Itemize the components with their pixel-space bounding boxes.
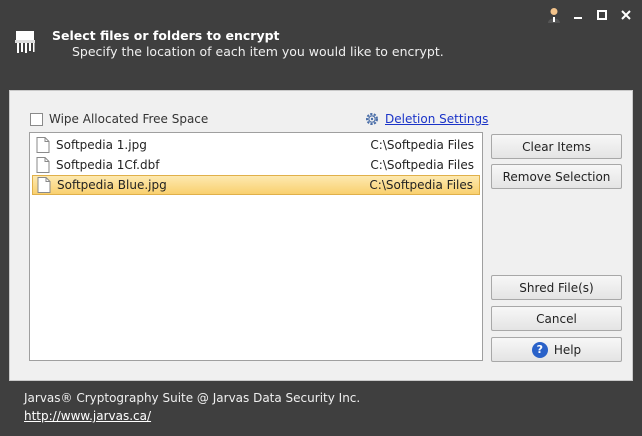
wipe-free-space-label: Wipe Allocated Free Space bbox=[49, 112, 209, 126]
copyright-text: Jarvas® Cryptography Suite @ Jarvas Data… bbox=[24, 391, 361, 405]
shred-files-button[interactable]: Shred File(s) bbox=[491, 275, 622, 300]
main-panel: Wipe Allocated Free Space Deletion Setti… bbox=[9, 90, 633, 381]
file-path: C:\Softpedia Files bbox=[370, 138, 474, 152]
list-item[interactable]: Softpedia 1Cf.dbf C:\Softpedia Files bbox=[32, 155, 480, 175]
minimize-button[interactable] bbox=[568, 6, 588, 24]
dialog-subtitle: Specify the location of each item you wo… bbox=[72, 44, 444, 59]
gear-icon bbox=[366, 113, 378, 125]
file-name: Softpedia 1Cf.dbf bbox=[56, 158, 160, 172]
help-icon: ? bbox=[531, 341, 548, 358]
cancel-label: Cancel bbox=[536, 311, 577, 326]
file-icon bbox=[37, 177, 51, 193]
list-item[interactable]: Softpedia 1.jpg C:\Softpedia Files bbox=[32, 135, 480, 155]
deletion-settings-link[interactable]: Deletion Settings bbox=[385, 112, 488, 126]
list-item-selected[interactable]: Softpedia Blue.jpg C:\Softpedia Files bbox=[32, 175, 480, 195]
user-icon[interactable] bbox=[544, 6, 564, 24]
close-button[interactable] bbox=[616, 6, 636, 24]
window-controls bbox=[544, 6, 636, 24]
remove-selection-button[interactable]: Remove Selection bbox=[491, 164, 622, 189]
file-list[interactable]: Softpedia 1.jpg C:\Softpedia Files Softp… bbox=[29, 132, 483, 361]
dialog-title: Select files or folders to encrypt bbox=[52, 28, 280, 43]
header: Select files or folders to encrypt Speci… bbox=[0, 0, 642, 90]
shred-files-label: Shred File(s) bbox=[519, 280, 594, 295]
file-path: C:\Softpedia Files bbox=[369, 178, 473, 192]
shredder-icon bbox=[15, 31, 35, 53]
file-name: Softpedia 1.jpg bbox=[56, 138, 147, 152]
encrypt-window: Select files or folders to encrypt Speci… bbox=[0, 0, 642, 436]
file-name: Softpedia Blue.jpg bbox=[57, 178, 167, 192]
file-icon bbox=[36, 157, 50, 173]
help-button[interactable]: ? Help bbox=[491, 337, 622, 362]
help-label: Help bbox=[553, 342, 582, 357]
cancel-button[interactable]: Cancel bbox=[491, 306, 622, 331]
maximize-button[interactable] bbox=[592, 6, 612, 24]
remove-selection-label: Remove Selection bbox=[502, 169, 611, 184]
deletion-settings[interactable]: Deletion Settings bbox=[364, 111, 488, 127]
clear-items-label: Clear Items bbox=[522, 139, 591, 154]
website-link[interactable]: http://www.jarvas.ca/ bbox=[24, 409, 151, 423]
file-path: C:\Softpedia Files bbox=[370, 158, 474, 172]
file-icon bbox=[36, 137, 50, 153]
clear-items-button[interactable]: Clear Items bbox=[491, 134, 622, 159]
wipe-free-space-option[interactable]: Wipe Allocated Free Space bbox=[30, 112, 208, 126]
wipe-free-space-checkbox[interactable] bbox=[30, 112, 43, 126]
